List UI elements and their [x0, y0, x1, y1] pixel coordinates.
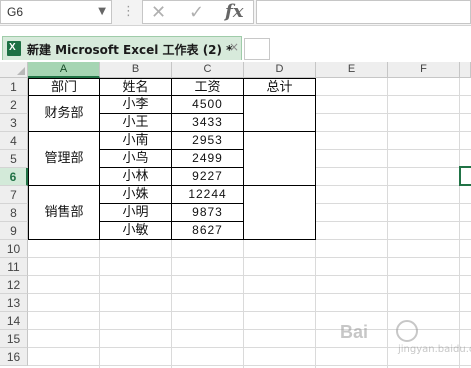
total-cell[interactable] — [244, 132, 316, 186]
name-cell[interactable]: 小鸟 — [100, 150, 172, 168]
workbook-tab-title: 新建 Microsoft Excel 工作表 (2) * — [27, 43, 233, 57]
column-header-c[interactable]: C — [172, 62, 244, 78]
baidu-watermark: Bai jingyan.baidu.com — [340, 316, 471, 362]
name-box[interactable]: G6 ▼ — [0, 0, 112, 24]
watermark-subtext: jingyan.baidu.com — [398, 344, 471, 355]
name-box-value: G6 — [7, 5, 24, 19]
column-header-b[interactable]: B — [100, 62, 172, 78]
row-header-6[interactable]: 6 — [0, 168, 28, 186]
name-cell[interactable]: 小明 — [100, 204, 172, 222]
select-all-triangle-icon — [17, 67, 25, 75]
formula-bar: G6 ▼ ⋮ ✕ ✓ fx — [0, 0, 471, 26]
row-header-15[interactable]: 15 — [0, 330, 28, 348]
salary-cell[interactable]: 2953 — [172, 132, 244, 150]
total-cell[interactable] — [244, 96, 316, 132]
name-cell[interactable]: 小南 — [100, 132, 172, 150]
name-cell[interactable]: 小王 — [100, 114, 172, 132]
row-header-16[interactable]: 16 — [0, 348, 28, 366]
row-header-14[interactable]: 14 — [0, 312, 28, 330]
column-header-e[interactable]: E — [316, 62, 388, 78]
row-header-12[interactable]: 12 — [0, 276, 28, 294]
row-header-9[interactable]: 9 — [0, 222, 28, 240]
tab-strip: X 新建 Microsoft Excel 工作表 (2) * × — [0, 26, 471, 62]
row-header-5[interactable]: 5 — [0, 150, 28, 168]
department-cell[interactable]: 管理部 — [28, 132, 100, 186]
column-header-a[interactable]: A — [28, 62, 100, 78]
more-options-icon: ⋮ — [122, 4, 135, 19]
baidu-paw-icon — [396, 320, 418, 342]
workbook-tab[interactable]: X 新建 Microsoft Excel 工作表 (2) * × — [2, 36, 242, 60]
name-cell[interactable]: 小敏 — [100, 222, 172, 240]
header-cell-total[interactable]: 总计 — [244, 78, 316, 96]
salary-cell[interactable]: 2499 — [172, 150, 244, 168]
column-header-g[interactable] — [460, 62, 471, 78]
check-icon[interactable]: ✓ — [189, 2, 204, 23]
row-header-7[interactable]: 7 — [0, 186, 28, 204]
insert-function-icon[interactable]: fx — [225, 1, 243, 22]
name-cell[interactable]: 小李 — [100, 96, 172, 114]
row-header-11[interactable]: 11 — [0, 258, 28, 276]
row-header-2[interactable]: 2 — [0, 96, 28, 114]
close-icon[interactable]: × — [229, 40, 239, 54]
new-workbook-tab[interactable] — [244, 38, 270, 60]
name-cell[interactable]: 小姝 — [100, 186, 172, 204]
row-header-1[interactable]: 1 — [0, 78, 28, 96]
select-all-button[interactable] — [0, 62, 28, 78]
formula-buttons: ✕ ✓ fx — [142, 0, 254, 24]
salary-cell[interactable]: 4500 — [172, 96, 244, 114]
salary-cell[interactable]: 9227 — [172, 168, 244, 186]
salary-cell[interactable]: 9873 — [172, 204, 244, 222]
active-cell-g6[interactable] — [459, 166, 471, 186]
salary-cell[interactable]: 8627 — [172, 222, 244, 240]
header-cell-department[interactable]: 部门 — [28, 78, 100, 96]
cancel-icon[interactable]: ✕ — [151, 2, 166, 23]
formula-input[interactable] — [256, 0, 471, 24]
row-header-10[interactable]: 10 — [0, 240, 28, 258]
salary-cell[interactable]: 3433 — [172, 114, 244, 132]
row-header-8[interactable]: 8 — [0, 204, 28, 222]
header-cell-name[interactable]: 姓名 — [100, 78, 172, 96]
row-header-3[interactable]: 3 — [0, 114, 28, 132]
header-cell-salary[interactable]: 工资 — [172, 78, 244, 96]
column-header-d[interactable]: D — [244, 62, 316, 78]
department-cell[interactable]: 财务部 — [28, 96, 100, 132]
department-cell[interactable]: 销售部 — [28, 186, 100, 240]
name-cell[interactable]: 小林 — [100, 168, 172, 186]
row-header-4[interactable]: 4 — [0, 132, 28, 150]
column-header-f[interactable]: F — [388, 62, 460, 78]
total-cell[interactable] — [244, 186, 316, 240]
row-header-13[interactable]: 13 — [0, 294, 28, 312]
chevron-down-icon[interactable]: ▼ — [98, 6, 106, 17]
watermark-brand: Bai — [340, 322, 369, 342]
salary-cell[interactable]: 12244 — [172, 186, 244, 204]
excel-file-icon: X — [7, 41, 21, 56]
